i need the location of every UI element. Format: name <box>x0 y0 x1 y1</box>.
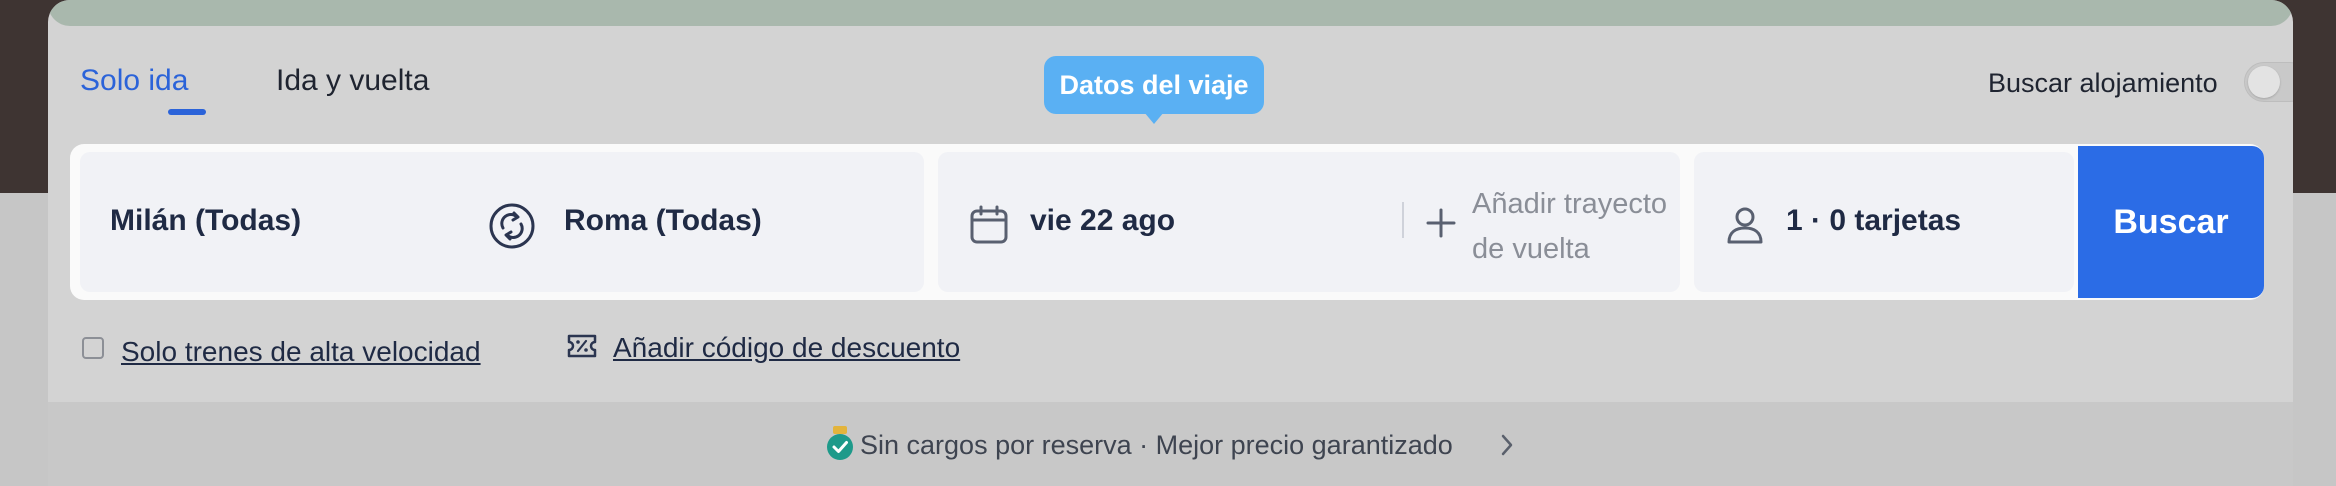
trip-details-tooltip: Datos del viaje <box>1044 56 1264 114</box>
origin-field[interactable]: Milán (Todas) <box>110 204 301 238</box>
ticket-percent-icon <box>567 334 597 358</box>
search-button[interactable]: Buscar <box>2078 146 2264 298</box>
passengers-field: 1 · 0 tarjetas <box>1786 204 1962 237</box>
accommodation-toggle[interactable] <box>2244 62 2293 102</box>
search-bar: Milán (Todas) Roma (Todas) vie 22 ago Añ… <box>70 144 2264 300</box>
verified-badge-icon <box>827 426 853 460</box>
tooltip-arrow <box>1144 112 1164 124</box>
passengers-segment[interactable]: 1 · 0 tarjetas <box>1694 152 2074 292</box>
high-speed-label[interactable]: Solo trenes de alta velocidad <box>121 336 481 368</box>
calendar-icon <box>970 205 1008 244</box>
tab-round-trip[interactable]: Ida y vuelta <box>276 64 429 98</box>
date-divider <box>1402 202 1404 238</box>
high-speed-checkbox[interactable] <box>82 337 104 359</box>
swap-icon[interactable] <box>488 202 536 250</box>
dates-segment: vie 22 ago Añadir trayecto de vuelta <box>938 152 1680 292</box>
active-tab-indicator <box>168 109 206 115</box>
add-return-trip[interactable]: Añadir trayecto de vuelta <box>1472 182 1672 272</box>
departure-date-field[interactable]: vie 22 ago <box>1030 204 1175 238</box>
chevron-right-icon <box>1501 434 1513 456</box>
plus-icon[interactable] <box>1424 206 1458 240</box>
guarantee-banner[interactable]: Sin cargos por reserva · Mejor precio ga… <box>48 402 2293 486</box>
discount-code-link[interactable]: Añadir código de descuento <box>613 332 960 364</box>
toggle-knob <box>2248 66 2280 98</box>
hero-image-strip <box>48 0 2293 26</box>
person-icon <box>1727 207 1763 244</box>
tab-one-way[interactable]: Solo ida <box>80 64 188 98</box>
destination-field[interactable]: Roma (Todas) <box>564 204 762 238</box>
guarantee-text: Sin cargos por reserva · Mejor precio ga… <box>860 430 1453 460</box>
route-segment: Milán (Todas) Roma (Todas) <box>80 152 924 292</box>
accommodation-label: Buscar alojamiento <box>1988 68 2218 98</box>
